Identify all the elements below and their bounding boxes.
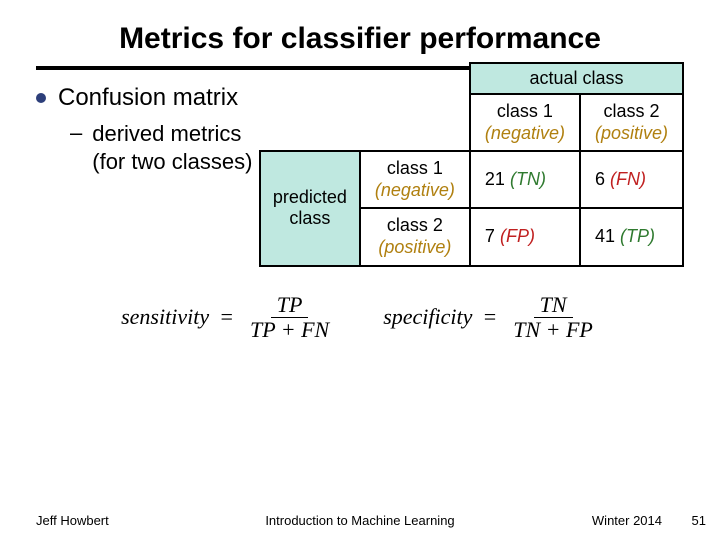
slide-title: Metrics for classifier performance bbox=[36, 22, 684, 56]
row-class2: class 2 (positive) bbox=[360, 208, 470, 265]
page-number: 51 bbox=[692, 513, 706, 528]
cell-fp: 7 (FP) bbox=[470, 208, 580, 265]
predicted-class-header: predicted class bbox=[260, 151, 360, 265]
sensitivity-formula: sensitivity = TP TP + FN bbox=[121, 293, 335, 342]
formulas: sensitivity = TP TP + FN specificity = T… bbox=[36, 293, 684, 342]
cell-fn: 6 (FN) bbox=[580, 151, 683, 208]
dash-icon: – bbox=[70, 120, 82, 175]
col-class1: class 1 (negative) bbox=[470, 94, 580, 151]
specificity-formula: specificity = TN TN + FP bbox=[383, 293, 599, 342]
col-class2: class 2 (positive) bbox=[580, 94, 683, 151]
cell-tn: 21 (TN) bbox=[470, 151, 580, 208]
row-class1: class 1 (negative) bbox=[360, 151, 470, 208]
cell-tp: 41 (TP) bbox=[580, 208, 683, 265]
actual-class-header: actual class bbox=[470, 63, 683, 94]
confusion-matrix-table: actual class class 1 (negative) class 2 … bbox=[259, 62, 684, 267]
sub-bullet: derived metrics (for two classes) bbox=[92, 120, 252, 175]
footer-course: Introduction to Machine Learning bbox=[0, 513, 720, 528]
